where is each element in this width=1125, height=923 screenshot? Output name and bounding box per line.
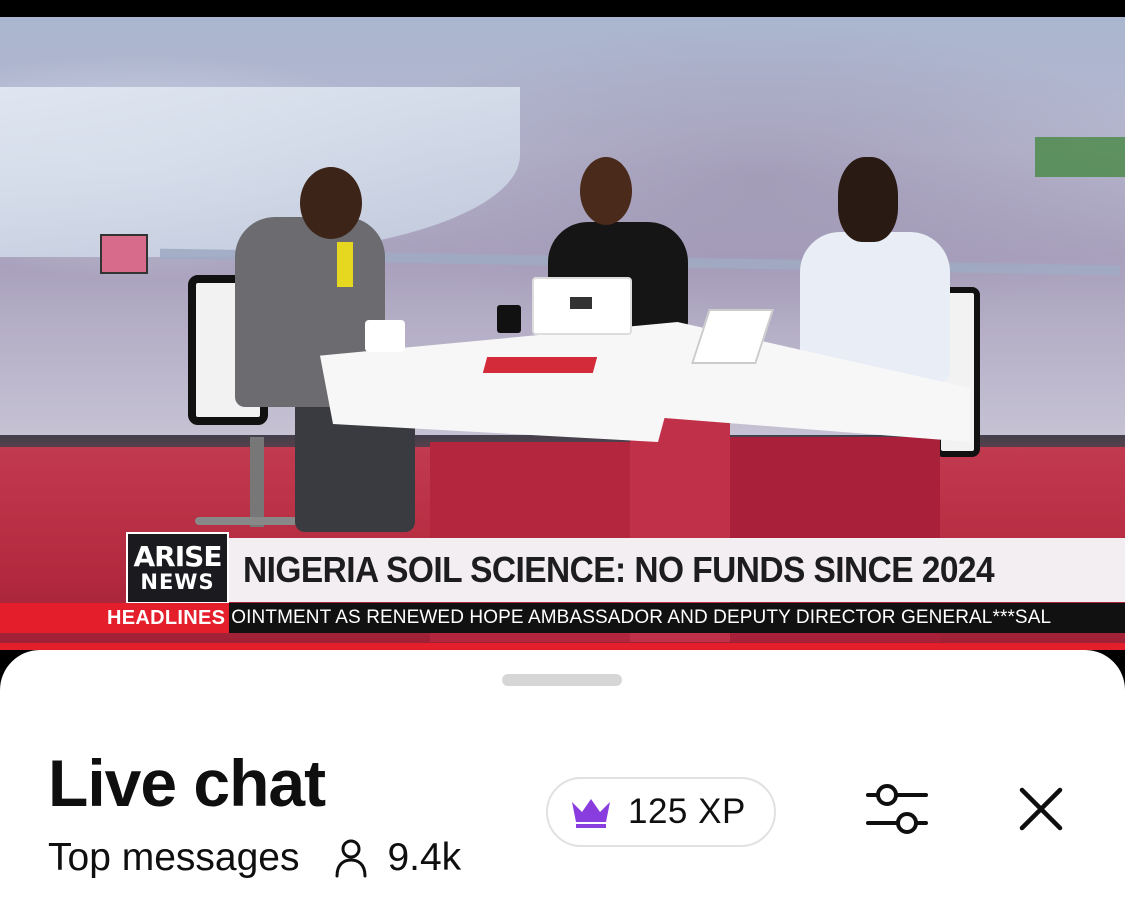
mug-white (365, 320, 405, 352)
live-chat-panel: Live chat Top messages 9.4k 125 XP (0, 650, 1125, 923)
sliders-icon (864, 780, 930, 843)
person-icon (333, 838, 369, 878)
news-ticker: HEADLINES OINTMENT AS RENEWED HOPE AMBAS… (0, 603, 1125, 633)
studio-monitor (100, 234, 148, 274)
host-center-head (580, 157, 632, 225)
green-field (1035, 137, 1125, 177)
mug-black (497, 305, 521, 333)
channel-logo: ARISE NEWS (126, 532, 229, 604)
ticker-text: OINTMENT AS RENEWED HOPE AMBASSADOR AND … (231, 607, 1052, 628)
channel-logo-line1: ARISE (133, 540, 223, 573)
drag-handle[interactable] (502, 674, 622, 686)
viewer-count: 9.4k (387, 836, 462, 879)
laptop-logo (570, 297, 592, 309)
filter-button[interactable] (862, 780, 932, 842)
headline-bar: NIGERIA SOIL SCIENCE: NO FUNDS SINCE 202… (229, 538, 1125, 602)
ticker-label: HEADLINES (0, 603, 230, 633)
close-button[interactable] (1012, 782, 1070, 840)
status-bar (0, 0, 1125, 17)
desk-paper (482, 357, 598, 373)
chair-left-stand (250, 437, 264, 527)
video-progress-bar[interactable] (0, 643, 1125, 650)
chat-mode-row: Top messages 9.4k (48, 836, 461, 880)
guest-tie (337, 242, 353, 287)
xp-button[interactable]: 125 XP (546, 777, 776, 847)
crown-icon (570, 796, 612, 828)
guest-head (300, 167, 362, 239)
xp-label: 125 XP (628, 792, 746, 831)
panel-title: Live chat (48, 746, 326, 820)
headline-text: NIGERIA SOIL SCIENCE: NO FUNDS SINCE 202… (243, 549, 995, 590)
video-player[interactable]: ARISE NEWS NIGERIA SOIL SCIENCE: NO FUND… (0, 0, 1125, 650)
host-right-head (838, 157, 898, 242)
chat-mode-selector[interactable]: Top messages (48, 836, 299, 880)
close-icon (1018, 786, 1064, 837)
channel-logo-line2: NEWS (140, 570, 215, 594)
